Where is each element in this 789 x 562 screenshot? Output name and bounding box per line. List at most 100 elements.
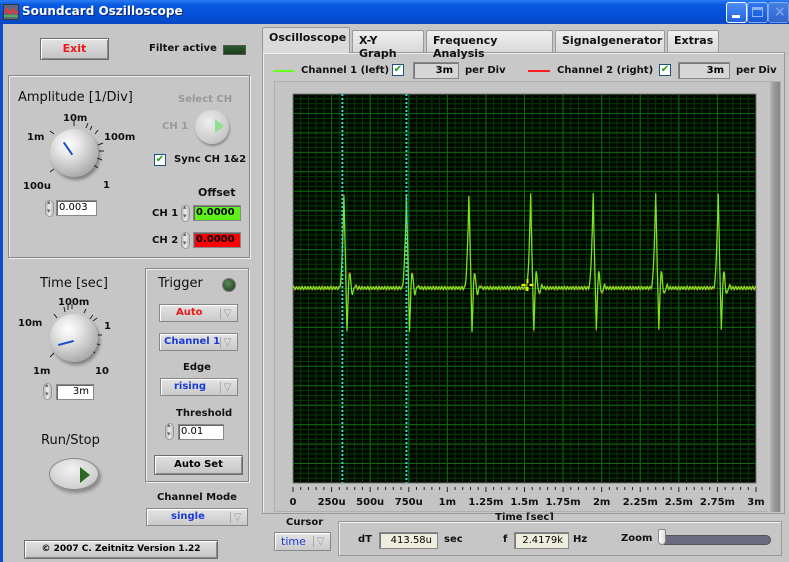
time-knob[interactable] xyxy=(50,314,98,362)
tab-extras[interactable]: Extras xyxy=(667,30,719,52)
tab-frequency-analysis[interactable]: Frequency Analysis xyxy=(426,30,553,60)
chevron-down-icon: ▽ xyxy=(220,308,234,319)
oscilloscope-graph[interactable]: 0 250u 500u 750u 1m 1.25m 1.5m 1.75m 2m 2.25m 2.5m… xyxy=(270,80,770,520)
amplitude-title: Amplitude [1/Div] xyxy=(18,90,133,105)
time-field[interactable]: 3m xyxy=(56,384,94,400)
x-axis-label: Time [sec] xyxy=(495,512,554,520)
tab-label: Oscilloscope xyxy=(269,31,347,44)
ch1-offset-label: CH 1 xyxy=(152,208,179,219)
x-tick-label: 1m xyxy=(439,497,456,508)
dt-label: dT xyxy=(358,534,372,545)
tab-xy-graph[interactable]: X-Y Graph xyxy=(352,30,424,60)
threshold-spinner[interactable] xyxy=(165,421,174,440)
x-tick-label: 250u xyxy=(318,497,346,508)
f-field: 2.4179k xyxy=(514,532,569,549)
chevron-down-icon: ▽ xyxy=(313,536,327,547)
copyright-text: © 2007 C. Zeitnitz Version 1.22 xyxy=(41,544,201,554)
minimize-icon xyxy=(732,15,740,18)
filter-label: Filter active xyxy=(149,43,217,54)
app-icon xyxy=(3,4,19,20)
trigger-title: Trigger xyxy=(158,276,203,291)
trigger-edge-value: rising xyxy=(174,381,207,392)
ch1-legend-line xyxy=(273,70,295,72)
sync-checkbox[interactable]: ✔ xyxy=(154,154,166,166)
channel-mode-dropdown[interactable]: single ▽ xyxy=(146,508,248,526)
ch2-offset-field[interactable]: 0.0000 xyxy=(193,232,241,248)
tab-label: Extras xyxy=(674,34,714,47)
select-ch-label: Select CH xyxy=(178,94,233,105)
close-button[interactable]: × xyxy=(768,2,789,23)
x-tick-label: 1.5m xyxy=(510,497,538,508)
sync-label: Sync CH 1&2 xyxy=(174,154,247,165)
title-bar: Soundcard Oszilloscope × xyxy=(0,0,789,24)
amplitude-field[interactable]: 0.003 xyxy=(56,200,97,216)
trigger-source-dropdown[interactable]: Channel 1 ▽ xyxy=(159,333,238,351)
dt-field: 413.58u xyxy=(379,532,438,549)
exit-label: Exit xyxy=(62,42,87,55)
ch1-checkbox[interactable]: ✔ xyxy=(392,64,404,76)
ch2-per-div-field[interactable]: 3m xyxy=(678,62,730,79)
run-stop-button[interactable] xyxy=(49,458,99,490)
ch2-offset-label: CH 2 xyxy=(152,235,179,246)
maximize-icon xyxy=(752,7,763,17)
ch2-checkbox[interactable]: ✔ xyxy=(659,64,671,76)
ch1-label: Channel 1 (left) xyxy=(301,65,390,76)
cursor-mode-value: time xyxy=(281,535,306,548)
auto-set-label: Auto Set xyxy=(174,459,223,470)
cursor-mode-dropdown[interactable]: time ▽ xyxy=(274,532,331,551)
auto-set-button[interactable]: Auto Set xyxy=(154,455,243,475)
edge-label: Edge xyxy=(183,362,211,373)
amplitude-knob[interactable] xyxy=(50,129,98,177)
play-icon xyxy=(80,467,90,483)
x-tick-label: 2.25m xyxy=(623,497,658,508)
ch2-offset-spinner[interactable] xyxy=(181,230,190,249)
ch1-offset-spinner[interactable] xyxy=(181,203,190,222)
ch2-legend-line xyxy=(528,70,550,72)
x-tick-label: 3m xyxy=(747,497,764,508)
ch1-per-div-label: per Div xyxy=(465,65,506,76)
x-tick-label: 1.25m xyxy=(468,497,503,508)
filter-led xyxy=(223,45,246,55)
window-title: Soundcard Oszilloscope xyxy=(22,4,183,18)
f-label: f xyxy=(503,534,508,545)
trigger-led xyxy=(222,278,236,292)
tab-signalgenerator[interactable]: Signalgenerator xyxy=(555,30,665,52)
tab-label: Signalgenerator xyxy=(562,34,663,47)
time-spinner[interactable] xyxy=(43,381,52,400)
amplitude-knob-indicator xyxy=(62,141,74,156)
tab-oscilloscope[interactable]: Oscilloscope xyxy=(262,27,350,53)
time-title: Time [sec] xyxy=(40,276,109,291)
amplitude-spinner[interactable] xyxy=(45,198,54,217)
copyright-label: © 2007 C. Zeitnitz Version 1.22 xyxy=(24,540,218,559)
ch1-offset-field[interactable]: 0.0000 xyxy=(193,205,241,221)
zoom-label: Zoom xyxy=(621,533,653,544)
exit-button[interactable]: Exit xyxy=(40,38,109,60)
zoom-slider-thumb[interactable] xyxy=(658,529,666,545)
trigger-edge-dropdown[interactable]: rising ▽ xyxy=(160,378,238,396)
threshold-label: Threshold xyxy=(176,408,233,419)
trigger-mode-value: Auto xyxy=(176,307,203,318)
x-tick-label: 1.75m xyxy=(546,497,581,508)
cursor-label: Cursor xyxy=(286,517,324,528)
select-ch-button[interactable] xyxy=(195,110,229,144)
zoom-slider-track[interactable] xyxy=(660,535,771,545)
x-tick-label: 2.5m xyxy=(665,497,693,508)
tab-label: X-Y Graph xyxy=(359,34,397,60)
maximize-button[interactable] xyxy=(747,2,768,23)
ch2-label: Channel 2 (right) xyxy=(557,65,654,76)
minimize-button[interactable] xyxy=(726,2,747,23)
x-tick-label: 500u xyxy=(356,497,384,508)
chevron-down-icon: ▽ xyxy=(220,382,234,393)
x-tick-label: 750u xyxy=(395,497,423,508)
chevron-down-icon: ▽ xyxy=(230,512,244,523)
trigger-mode-dropdown[interactable]: Auto ▽ xyxy=(159,304,238,322)
x-tick-label: 0 xyxy=(290,497,297,508)
time-knob-indicator xyxy=(58,339,74,347)
select-ch-value: CH 1 xyxy=(162,121,189,132)
channel-mode-value: single xyxy=(171,511,205,522)
channel-mode-label: Channel Mode xyxy=(157,492,237,503)
ch1-per-div-field[interactable]: 3m xyxy=(413,62,459,79)
chevron-down-icon: ▽ xyxy=(220,337,234,348)
run-stop-label: Run/Stop xyxy=(41,433,100,448)
threshold-field[interactable]: 0.01 xyxy=(178,424,224,440)
